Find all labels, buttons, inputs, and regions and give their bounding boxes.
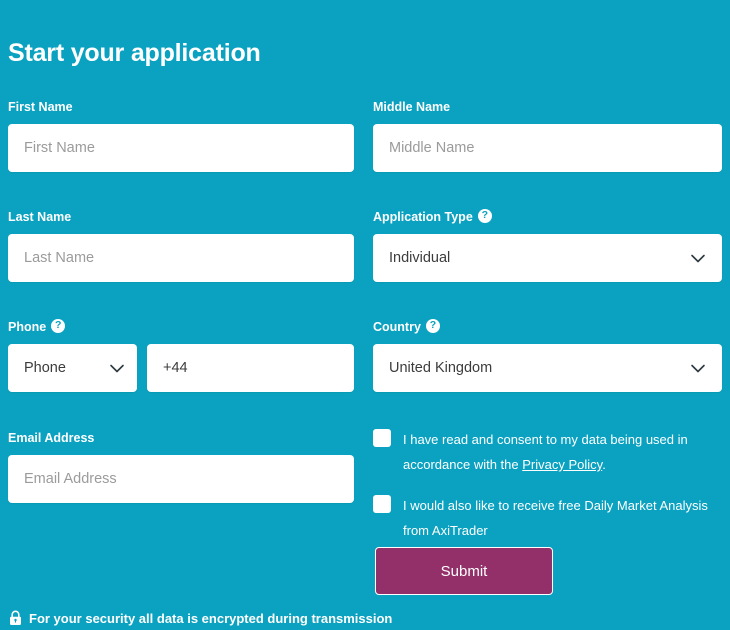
last-name-label: Last Name (8, 209, 354, 225)
phone-label: Phone ? (8, 319, 354, 335)
help-icon[interactable]: ? (51, 319, 66, 333)
marketing-consent-label: I would also like to receive free Daily … (403, 498, 708, 538)
country-value: United Kingdom (389, 360, 493, 376)
first-name-label: First Name (8, 99, 354, 115)
country-field: Country ? United Kingdom (373, 319, 722, 392)
application-type-label: Application Type ? (373, 209, 722, 225)
middle-name-input[interactable]: Middle Name (373, 124, 722, 172)
help-icon[interactable]: ? (425, 319, 440, 333)
page-title: Start your application (8, 39, 261, 67)
application-type-select[interactable]: Individual (373, 234, 722, 282)
chevron-down-icon (691, 254, 705, 263)
chevron-down-icon (691, 364, 705, 373)
country-label-text: Country (373, 320, 421, 334)
first-name-field: First Name First Name (8, 99, 354, 172)
consent-row-marketing: I would also like to receive free Daily … (373, 493, 725, 543)
first-name-input[interactable]: First Name (8, 124, 354, 172)
phone-type-value: Phone (24, 360, 66, 376)
privacy-policy-link[interactable]: Privacy Policy (522, 457, 602, 472)
email-label: Email Address (8, 430, 354, 446)
middle-name-label-text: Middle Name (373, 100, 451, 114)
security-note: For your security all data is encrypted … (8, 610, 392, 626)
country-label: Country ? (373, 319, 722, 335)
privacy-consent-text-end: . (602, 457, 606, 472)
lock-icon (10, 610, 21, 625)
phone-row: Phone +44 (8, 344, 354, 392)
phone-label-text: Phone (8, 320, 47, 334)
country-select[interactable]: United Kingdom (373, 344, 722, 392)
email-label-text: Email Address (8, 431, 95, 445)
chevron-down-icon (110, 364, 124, 373)
consent-group: I have read and consent to my data being… (373, 427, 725, 559)
consent-row-privacy: I have read and consent to my data being… (373, 427, 725, 477)
application-type-field: Application Type ? Individual (373, 209, 722, 282)
application-type-label-text: Application Type (373, 210, 473, 224)
application-type-value: Individual (389, 250, 451, 266)
last-name-field: Last Name Last Name (8, 209, 354, 282)
marketing-consent-checkbox[interactable] (373, 495, 391, 513)
last-name-label-text: Last Name (8, 210, 72, 224)
last-name-input[interactable]: Last Name (8, 234, 354, 282)
email-input[interactable]: Email Address (8, 455, 354, 503)
phone-field: Phone ? Phone +44 (8, 319, 354, 392)
phone-type-select[interactable]: Phone (8, 344, 137, 392)
application-form: Start your application First Name First … (0, 0, 730, 630)
email-field: Email Address Email Address (8, 430, 354, 503)
submit-button[interactable]: Submit (375, 547, 553, 595)
privacy-consent-checkbox[interactable] (373, 429, 391, 447)
middle-name-field: Middle Name Middle Name (373, 99, 722, 172)
security-note-text: For your security all data is encrypted … (29, 610, 393, 626)
privacy-consent-label: I have read and consent to my data being… (403, 427, 725, 477)
phone-number-input[interactable]: +44 (147, 344, 354, 392)
first-name-label-text: First Name (8, 100, 73, 114)
help-icon[interactable]: ? (477, 209, 492, 223)
middle-name-label: Middle Name (373, 99, 722, 115)
